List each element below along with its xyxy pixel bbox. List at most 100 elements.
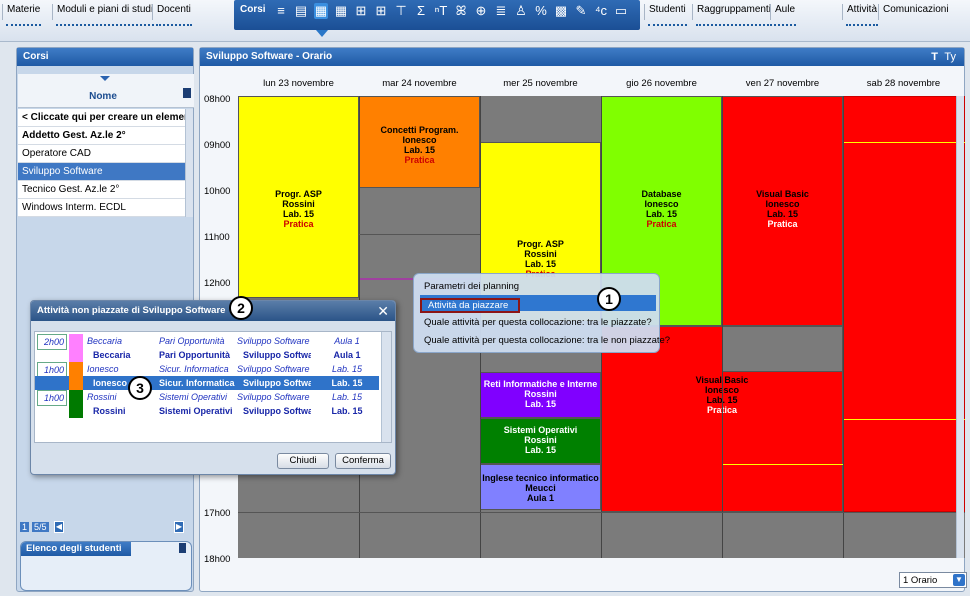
event-block[interactable]: Visual Basic Ionesco Lab. 15 Pratica [722, 96, 843, 326]
event-title: Sistemi Operativi [503, 425, 578, 435]
dialog-scrollbar[interactable] [381, 332, 391, 442]
grid-line [722, 464, 843, 465]
sort-arrow-icon[interactable] [100, 76, 110, 81]
pager-next-icon[interactable]: ▶ [174, 521, 184, 533]
callout-badge-3: 3 [128, 376, 152, 400]
column-header-nome[interactable]: Nome [18, 91, 188, 102]
color-swatch [69, 362, 83, 376]
pin-icon[interactable] [179, 543, 186, 553]
list-item[interactable]: Windows Interm. ECDL [18, 199, 186, 217]
course-cell: Sviluppo Software [243, 406, 311, 416]
teacher-cell: Beccaria [87, 336, 123, 346]
activities-table: 2h00 Beccaria Pari Opportunità Sviluppo … [34, 331, 392, 443]
list-icon[interactable]: ≡ [274, 3, 288, 19]
subject-cell: Sistemi Operativi [159, 406, 233, 416]
menu-item-piazzate[interactable]: Quale attività per questa collocazione: … [424, 317, 652, 328]
percent-icon[interactable]: % [534, 3, 548, 19]
table-row[interactable]: Rossini Sistemi Operativi Sviluppo Softw… [35, 404, 379, 418]
menu-item-attivita-da-piazzare[interactable]: Attività da piazzare [420, 298, 520, 313]
nav-docenti[interactable]: Docenti [152, 4, 195, 26]
list-item[interactable]: Addetto Gest. Az.le 2° [18, 127, 186, 145]
schedule-select[interactable]: 1 Orario ▼ [899, 572, 967, 588]
table-icon[interactable]: ⊞ [354, 3, 368, 19]
pager-prev-icon[interactable]: ◀ [54, 521, 64, 533]
event-room: Aula 1 [526, 493, 554, 503]
text-filter-icon[interactable]: Ty [944, 51, 956, 63]
grid-cell[interactable] [722, 326, 843, 372]
split-icon[interactable]: ▤ [294, 3, 308, 19]
course-cell: Sviluppo Software [237, 336, 310, 346]
confirm-button[interactable]: Conferma [335, 453, 391, 469]
nav-comunicazioni[interactable]: Comunicazioni [878, 4, 953, 20]
table-row[interactable]: Beccaria Pari Opportunità Sviluppo Softw… [35, 348, 379, 362]
event-block[interactable]: Inglese tecnico informatico Meucci Aula … [480, 464, 601, 510]
text-filter-icon[interactable]: ⁿT [434, 3, 448, 19]
teacher-cell: Ionesco [87, 364, 119, 374]
nav-corsi-label: Corsi [240, 4, 266, 15]
sum-icon[interactable]: Σ [414, 3, 428, 19]
students-list-box: Elenco degli studenti [20, 541, 192, 591]
filter-icon[interactable]: ⊤ [394, 3, 408, 19]
table-row[interactable]: 1h00 Ionesco Sicur. Informatica Sviluppo… [35, 362, 379, 378]
table-row-selected[interactable]: Ionesco Sicur. Informatica Sviluppo Soft… [35, 376, 379, 390]
nav-moduli[interactable]: Moduli e piani di studi [52, 4, 157, 26]
rooms-icon[interactable]: ▭ [614, 3, 628, 19]
event-block[interactable]: Concetti Program. Ionesco Lab. 15 Pratic… [359, 96, 480, 188]
person-icon[interactable]: ♙ [514, 3, 528, 19]
event-teacher: Ionesco [402, 135, 437, 145]
menu-item-non-piazzate[interactable]: Quale attività per questa collocazione: … [424, 335, 670, 346]
grid-line [238, 512, 965, 513]
lines-icon[interactable]: ≣ [494, 3, 508, 19]
nav-attivita[interactable]: Attività [842, 4, 881, 26]
pager: 1 5/5 ◀ ▶ [18, 520, 194, 536]
teacher-cell: Beccaria [93, 350, 131, 360]
list-item[interactable]: Tecnico Gest. Az.le 2° [18, 181, 186, 199]
planning-icon[interactable]: ▦ [314, 3, 328, 19]
event-block[interactable]: Progr. ASP Rossini Lab. 15 Pratica [238, 96, 359, 298]
timetable-scrollbar[interactable] [956, 96, 964, 558]
event-room: Lab. 15 [282, 209, 314, 219]
table-row[interactable]: 2h00 Beccaria Pari Opportunità Sviluppo … [35, 334, 379, 350]
table2-icon[interactable]: ⊞ [374, 3, 388, 19]
event-teacher: Rossini [524, 249, 557, 259]
event-block[interactable]: Sistemi Operativi Rossini Lab. 15 [480, 418, 601, 464]
nav-corsi-active[interactable]: Corsi ≡ ▤ ▦ ▦ ⊞ ⊞ ⊤ Σ ⁿT ꕤ ⊕ ≣ ♙ % ▩ ✎ ⁴… [234, 0, 640, 30]
hour-label: 12h00 [204, 278, 231, 289]
context-menu: Parametri dei planning Attività da piazz… [413, 273, 670, 353]
text-icon[interactable]: T [931, 51, 938, 63]
people-icon[interactable]: ꕤ [454, 3, 468, 19]
hour-label: 18h00 [204, 554, 231, 565]
list-item-selected[interactable]: Sviluppo Software [18, 163, 186, 181]
menu-item-parametri[interactable]: Parametri dei planning [424, 281, 519, 292]
calendar-icon[interactable]: ▩ [554, 3, 568, 19]
pager-first[interactable]: 1 [20, 522, 30, 532]
grid-line [843, 419, 965, 420]
table-row[interactable]: 1h00 Rossini Sistemi Operativi Sviluppo … [35, 390, 379, 406]
nav-aule[interactable]: Aule [770, 4, 799, 26]
list-item[interactable]: Operatore CAD [18, 145, 186, 163]
list-item-create[interactable]: < Cliccate qui per creare un elemento > [18, 109, 186, 127]
event-title: Progr. ASP [517, 239, 564, 249]
globe-icon[interactable]: ⊕ [474, 3, 488, 19]
list-header: Nome [18, 74, 194, 108]
event-teacher: Ionesco [765, 199, 800, 209]
chevron-down-icon[interactable]: ▼ [953, 574, 965, 586]
list-scrollbar[interactable] [185, 109, 193, 217]
nav-studenti[interactable]: Studenti [644, 4, 690, 26]
grid-line [359, 234, 480, 235]
pen-icon[interactable]: ✎ [574, 3, 588, 19]
event-block[interactable]: Reti Informatiche e Interne Rossini Lab.… [480, 372, 601, 418]
hat-icon[interactable]: ⁴ᴄ [594, 3, 608, 19]
saturday-block[interactable] [843, 96, 965, 512]
event-title: Concetti Program. [380, 125, 459, 135]
courses-panel-title: Corsi [17, 48, 193, 66]
close-button[interactable]: Chiudi [277, 453, 329, 469]
callout-badge-2: 2 [229, 296, 253, 320]
event-teacher: Ionesco [644, 199, 679, 209]
nav-materie[interactable]: Materie [2, 4, 44, 26]
course-cell: Sviluppo Software [237, 364, 310, 374]
close-icon[interactable]: ✕ [377, 303, 389, 320]
pin-icon[interactable] [183, 88, 191, 98]
grid-icon[interactable]: ▦ [334, 3, 348, 19]
nav-raggruppamenti[interactable]: Raggruppamenti [692, 4, 775, 26]
